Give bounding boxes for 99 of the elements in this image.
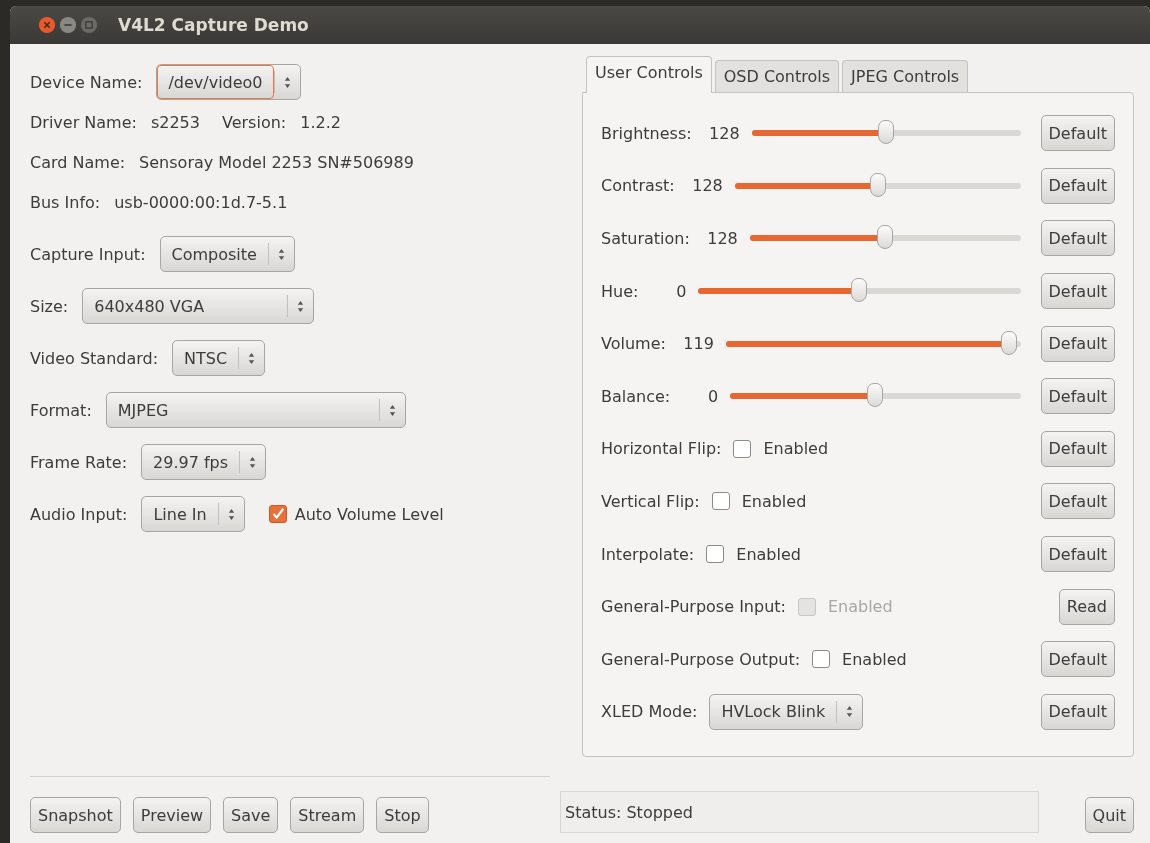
window-title: V4L2 Capture Demo [118, 15, 309, 35]
dropdown-value: 640x480 VGA [93, 295, 206, 318]
control-label: Balance: [601, 386, 671, 406]
info-label: Bus Info: [30, 192, 101, 212]
minimize-icon[interactable] [59, 16, 77, 34]
up-down-arrows-icon [226, 506, 236, 522]
field-label: Format: [30, 400, 92, 420]
tab[interactable]: OSD Controls [714, 60, 840, 92]
control-label: Saturation: [601, 229, 690, 248]
action-button[interactable]: Snapshot [30, 797, 121, 833]
checkbox[interactable] [812, 650, 831, 669]
dropdown[interactable]: Composite [159, 236, 295, 272]
maximize-icon[interactable] [80, 16, 98, 34]
dropdown[interactable]: 29.97 fps [141, 444, 267, 480]
dropdown-value: HVLock Blink [720, 701, 827, 724]
up-down-arrows-icon [296, 298, 306, 314]
control-label: Hue: [601, 281, 639, 301]
control-label: Contrast: [601, 176, 675, 196]
default-button[interactable]: Default [1040, 325, 1115, 362]
slider-value: 128 [708, 123, 740, 143]
dropdown-value: Line In [152, 503, 208, 526]
action-button[interactable]: Stream [290, 797, 365, 833]
dropdown-value: MJPEG [116, 399, 170, 422]
control-label: Vertical Flip: [601, 491, 700, 511]
field-label: Video Standard: [30, 348, 159, 368]
up-down-arrows-icon [282, 74, 292, 90]
dropdown-value: 29.97 fps [152, 451, 230, 474]
slider-value: 0 [675, 281, 687, 301]
action-button[interactable]: Stop [376, 797, 429, 833]
quit-button[interactable]: Quit [1084, 797, 1134, 833]
up-down-arrows-icon [247, 350, 257, 366]
info-label: Card Name: [30, 152, 126, 172]
checkbox-label: Enabled [741, 491, 807, 511]
checkbox[interactable] [711, 492, 730, 511]
field-label: Size: [30, 296, 69, 316]
checkbox[interactable] [268, 505, 287, 523]
slider-value: 119 [682, 334, 714, 354]
control-label: Brightness: [601, 123, 692, 143]
default-button[interactable]: Default [1040, 167, 1115, 204]
dropdown[interactable]: MJPEG [105, 392, 406, 428]
status-field: Status: Stopped [560, 791, 1039, 833]
info-label: Version: [222, 112, 287, 132]
tab[interactable]: JPEG Controls [842, 60, 969, 92]
dropdown[interactable]: Line In [141, 496, 245, 532]
default-button[interactable]: Default [1040, 378, 1115, 415]
control-label: Interpolate: [601, 544, 695, 564]
action-button[interactable]: Save [223, 797, 279, 833]
close-icon[interactable] [38, 16, 56, 34]
dropdown[interactable]: /dev/video0 [156, 64, 301, 100]
control-label: Horizontal Flip: [601, 439, 722, 459]
slider-value: 0 [707, 386, 719, 406]
dropdown-value: Composite [170, 243, 258, 266]
dropdown[interactable]: HVLock Blink [709, 693, 864, 730]
control-label: General-Purpose Input: [601, 597, 786, 617]
default-button[interactable]: Default [1040, 536, 1115, 573]
default-button[interactable]: Default [1040, 273, 1115, 310]
up-down-arrows-icon [387, 402, 397, 418]
control-label: XLED Mode: [601, 702, 698, 722]
checkbox-label: Auto Volume Level [294, 504, 444, 524]
dropdown-value: NTSC [183, 347, 229, 370]
checkbox[interactable] [706, 545, 725, 564]
field-label: Audio Input: [30, 504, 128, 524]
slider-handle[interactable] [851, 278, 868, 303]
control-label: Volume: [601, 334, 666, 354]
checkbox[interactable] [733, 439, 752, 458]
slider-value: 128 [691, 176, 723, 196]
dropdown[interactable]: 640x480 VGA [82, 288, 315, 324]
dropdown-value: /dev/video0 [157, 65, 274, 99]
default-button[interactable]: Default [1040, 693, 1115, 730]
up-down-arrows-icon [276, 246, 286, 262]
info-value: 1.2.2 [300, 112, 341, 132]
info-value: s2253 [150, 112, 200, 132]
info-value: usb-0000:00:1d.7-5.1 [114, 192, 288, 212]
action-button[interactable]: Preview [132, 797, 212, 833]
default-button[interactable]: Default [1040, 430, 1115, 467]
info-label: Driver Name: [30, 112, 137, 132]
checkbox-label: Enabled [827, 597, 893, 617]
dropdown[interactable]: NTSC [172, 340, 266, 376]
default-button[interactable]: Default [1040, 115, 1115, 152]
slider-handle[interactable] [878, 120, 895, 145]
default-button[interactable]: Default [1040, 641, 1115, 678]
tab[interactable]: User Controls [586, 56, 712, 93]
control-label: General-Purpose Output: [601, 649, 801, 669]
checkbox-label: Enabled [736, 544, 801, 564]
default-button[interactable]: Default [1040, 483, 1115, 520]
slider-handle[interactable] [1000, 330, 1017, 355]
up-down-arrows-icon [248, 454, 258, 470]
checkbox-label: Enabled [842, 649, 907, 669]
slider-handle[interactable] [867, 383, 884, 408]
slider-handle[interactable] [869, 172, 886, 197]
default-button[interactable]: Default [1040, 220, 1115, 257]
info-value: Sensoray Model 2253 SN#506989 [139, 152, 414, 172]
field-label: Frame Rate: [30, 452, 127, 472]
field-label: Device Name: [30, 72, 143, 92]
up-down-arrows-icon [845, 704, 855, 720]
checkbox-label: Enabled [763, 439, 829, 459]
field-label: Capture Input: [30, 244, 146, 264]
slider-value: 128 [706, 229, 738, 248]
slider-handle[interactable] [877, 225, 894, 250]
